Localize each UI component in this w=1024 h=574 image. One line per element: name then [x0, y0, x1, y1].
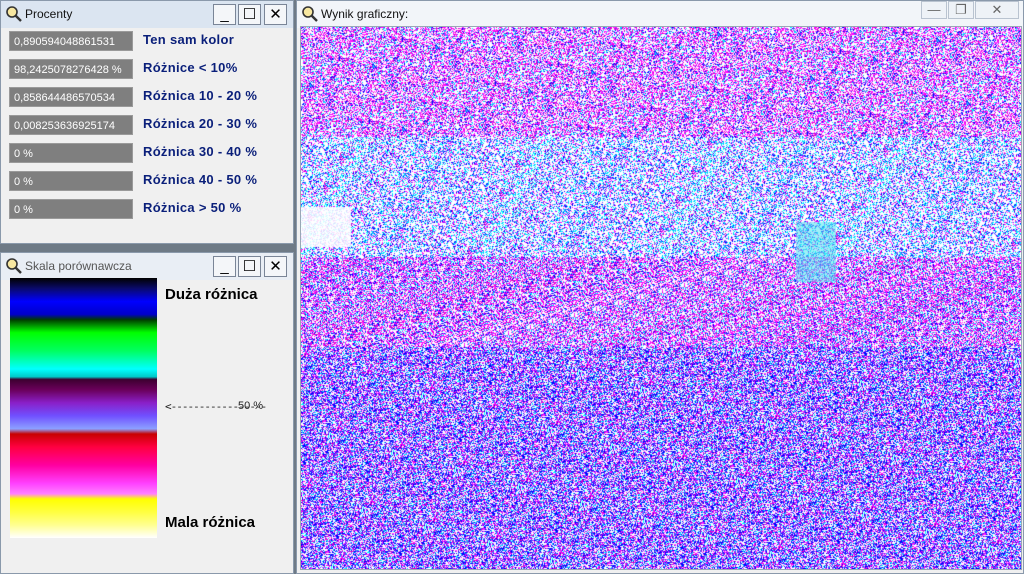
close-button[interactable]: ✕ [264, 4, 287, 25]
wynik-titlebar[interactable]: Wynik graficzny: — ❐ ✕ [297, 1, 1023, 28]
percent-value-field: 0 % [9, 143, 133, 163]
percent-category-label: Różnica 30 - 40 % [143, 144, 258, 159]
percent-value-field: 0,008253636925174 [9, 115, 133, 135]
close-button[interactable]: ✕ [975, 1, 1019, 19]
magnifier-icon [301, 5, 319, 23]
minimize-button[interactable]: — [921, 1, 947, 19]
percent-value-field: 0,890594048861531 [9, 31, 133, 51]
percent-value-field: 0 % [9, 199, 133, 219]
percent-category-label: Ten sam kolor [143, 32, 235, 47]
scale-arrow-value: 50 % [238, 400, 264, 412]
minimize-button[interactable]: _ [213, 4, 236, 25]
skala-title: Skala porównawcza [25, 259, 132, 273]
skala-titlebar[interactable]: Skala porównawcza _ ☐ ✕ [1, 253, 293, 280]
wynik-title: Wynik graficzny: [321, 7, 409, 21]
close-button[interactable]: ✕ [264, 256, 287, 277]
procenty-window: Procenty _ ☐ ✕ 0,890594048861531 Ten sam … [0, 0, 294, 244]
difference-map-canvas [301, 27, 1021, 569]
percent-category-label: Różnica 20 - 30 % [143, 116, 258, 131]
percent-category-label: Różnica 40 - 50 % [143, 172, 258, 187]
procenty-title: Procenty [25, 7, 73, 21]
magnifier-icon [5, 257, 23, 275]
result-image [300, 26, 1022, 570]
percent-value-field: 0 % [9, 171, 133, 191]
magnifier-icon [5, 5, 23, 23]
percent-value-field: 0,858644486570534 [9, 87, 133, 107]
minimize-button[interactable]: _ [213, 256, 236, 277]
maximize-button[interactable]: ☐ [238, 4, 261, 25]
maximize-button[interactable]: ☐ [238, 256, 261, 277]
percent-value-field: 98,2425078276428 % [9, 59, 133, 79]
color-scale-gradient [10, 278, 157, 538]
percent-category-label: Różnica > 50 % [143, 200, 242, 215]
percent-category-label: Różnica 10 - 20 % [143, 88, 258, 103]
small-difference-label: Mala różnica [165, 514, 256, 531]
maximize-button[interactable]: ❐ [948, 1, 974, 19]
procenty-titlebar[interactable]: Procenty _ ☐ ✕ [1, 1, 293, 28]
large-difference-label: Duża różnica [165, 286, 258, 303]
percent-category-label: Różnice < 10% [143, 60, 238, 75]
